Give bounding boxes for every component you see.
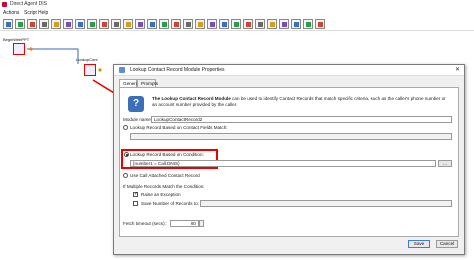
menu-script[interactable]: Script	[24, 10, 37, 16]
module-icon[interactable]	[207, 19, 217, 29]
properties-icon[interactable]	[87, 19, 97, 29]
module-icon[interactable]	[279, 19, 289, 29]
module-icon[interactable]	[147, 19, 157, 29]
menu-actions[interactable]: Actions	[3, 10, 19, 16]
save-icon[interactable]	[15, 19, 25, 29]
module-icon[interactable]	[183, 19, 193, 29]
module-icon[interactable]	[267, 19, 277, 29]
save-number-checkbox[interactable]	[133, 201, 138, 206]
menu-help[interactable]: Help	[38, 10, 48, 16]
description-title: The Lookup Contact Record Module	[152, 96, 231, 101]
toolbar	[0, 19, 474, 31]
menu-bar: Actions Script Help	[0, 10, 474, 17]
cancel-button[interactable]: Cancel	[436, 240, 458, 248]
module-icon[interactable]	[303, 19, 313, 29]
dialog-title: Lookup Contact Record Module Properties	[130, 67, 225, 73]
fetch-timeout-label: Fetch timeout (secs):	[123, 221, 166, 226]
window-title-bar: Direct Agent DIS	[0, 0, 474, 9]
module-icon[interactable]	[219, 19, 229, 29]
condition-label: Lookup Record Based on Condition:	[130, 152, 204, 157]
run-icon[interactable]	[99, 19, 109, 29]
home-icon[interactable]	[3, 19, 13, 29]
module-name-input[interactable]: LookupContactRecord2	[151, 116, 452, 123]
copy-icon[interactable]	[51, 19, 61, 29]
dialog-title-bar: Lookup Contact Record Module Properties …	[114, 65, 464, 76]
close-icon[interactable]: ✕	[455, 66, 460, 73]
radio-attached-record[interactable]	[123, 173, 128, 178]
fields-match-input[interactable]	[130, 133, 452, 140]
attached-record-label: Use Call Attached Contact Record	[130, 173, 200, 178]
delete-icon[interactable]	[75, 19, 85, 29]
save-number-label: Save Number of Records to:	[141, 201, 199, 206]
module-description: The Lookup Contact Record Module can be …	[152, 96, 452, 108]
fetch-timeout-input[interactable]: 60	[170, 220, 199, 227]
app-icon	[2, 2, 7, 7]
multiple-records-label: If Multiple Records Match the Condition:	[123, 184, 205, 189]
dialog-app-icon	[119, 67, 125, 73]
tab-general[interactable]: General	[119, 79, 139, 87]
general-panel: The Lookup Contact Record Module can be …	[119, 87, 459, 237]
node-begin-label: BeginWebPPT	[3, 37, 30, 42]
help-module-icon	[128, 96, 144, 112]
module-icon[interactable]	[195, 19, 205, 29]
node-lookup-label: LookupCont	[76, 57, 98, 62]
module-icon[interactable]	[231, 19, 241, 29]
cut-icon[interactable]	[39, 19, 49, 29]
properties-dialog: Lookup Contact Record Module Properties …	[113, 64, 465, 255]
tab-prompts[interactable]: Prompts	[137, 79, 158, 87]
undo-icon[interactable]	[27, 19, 37, 29]
raise-exception-checkbox[interactable]	[133, 191, 138, 197]
stop-icon[interactable]	[111, 19, 121, 29]
module-icon[interactable]	[243, 19, 253, 29]
paste-icon[interactable]	[63, 19, 73, 29]
fetch-timeout-spinner[interactable]	[199, 220, 204, 227]
condition-browse-button[interactable]: ...	[438, 160, 452, 167]
module-icon[interactable]	[291, 19, 301, 29]
condition-input[interactable]: {number1 = Call.DNIS}	[130, 160, 436, 167]
module-icon[interactable]	[171, 19, 181, 29]
save-button[interactable]: Save	[408, 240, 430, 248]
radio-fields-match[interactable]	[123, 125, 128, 130]
fields-match-label: Lookup Record Based on Contact Fields Ma…	[130, 125, 228, 130]
lookup-node[interactable]	[84, 64, 96, 76]
module-icon[interactable]	[159, 19, 169, 29]
window-title: Direct Agent DIS	[10, 1, 47, 7]
begin-node[interactable]	[13, 43, 25, 55]
module-icon[interactable]	[123, 19, 133, 29]
raise-exception-label: Raise an Exception	[141, 192, 181, 197]
module-icon[interactable]	[135, 19, 145, 29]
radio-condition[interactable]	[124, 152, 129, 157]
module-icon[interactable]	[315, 19, 325, 29]
module-icon[interactable]	[255, 19, 265, 29]
save-number-select[interactable]	[200, 200, 452, 207]
module-name-label: Module name:	[123, 117, 153, 122]
